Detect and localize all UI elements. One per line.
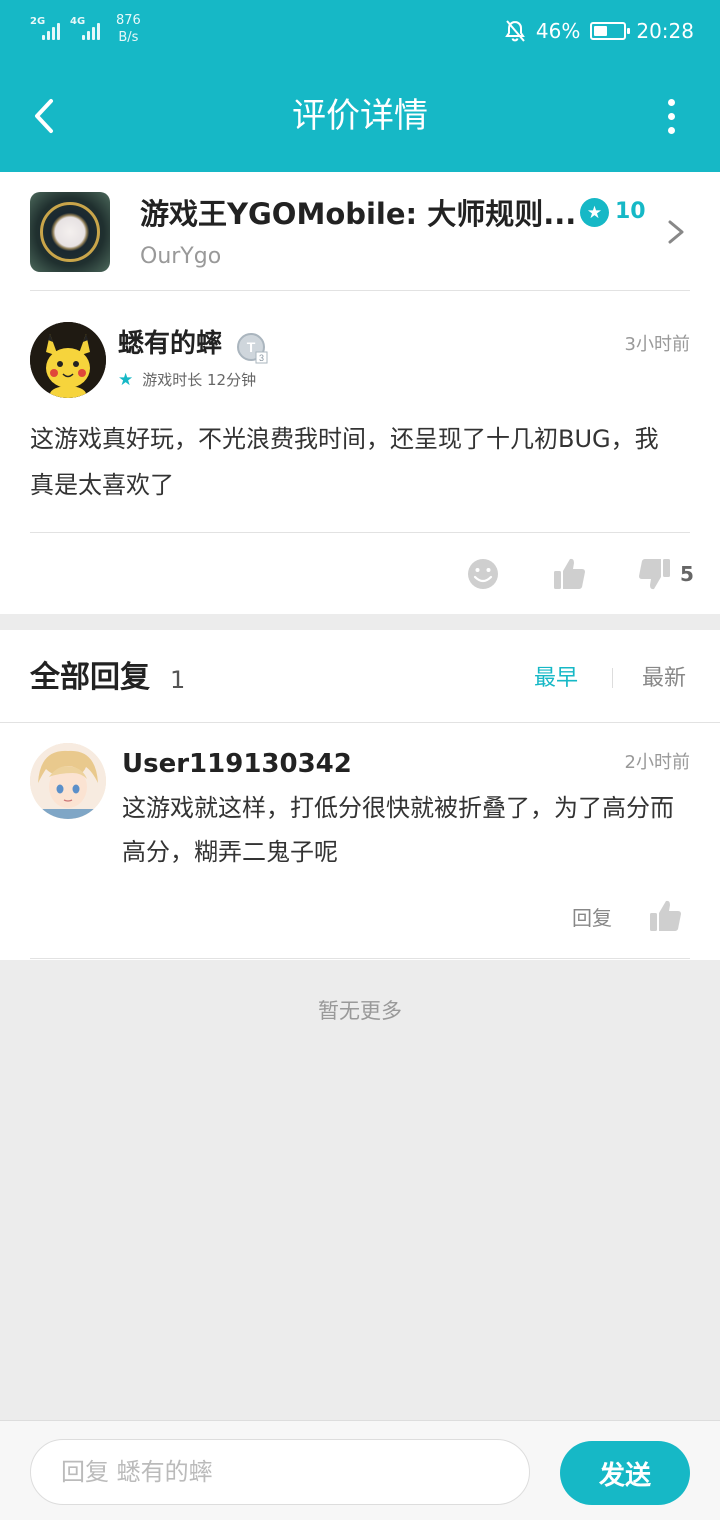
app-title[interactable]: 游戏王YGOMobile: 大师规则...	[140, 194, 576, 234]
top-bar: 2G 4G 876 B/s 46% 20:28 评价详情	[0, 0, 720, 172]
send-button[interactable]: 发送	[560, 1441, 690, 1505]
reviewer-username[interactable]: 蟋有的蟀	[118, 326, 222, 362]
replies-title: 全部回复	[30, 660, 150, 695]
battery-percent: 46%	[535, 19, 581, 43]
net-speed-unit: B/s	[118, 30, 139, 45]
network-speed: 876 B/s	[116, 12, 141, 46]
status-right: 46% 20:28	[504, 16, 694, 46]
level-badge-number: 3	[259, 353, 264, 363]
level-badge-icon: T 3	[237, 333, 268, 364]
signal-icon: 2G	[30, 16, 70, 42]
reply-username[interactable]: User119130342	[122, 746, 352, 782]
star-icon: ★	[118, 370, 134, 390]
dislike-count: 5	[680, 562, 694, 586]
reply-text: 这游戏就这样，打低分很快就被折叠了，为了高分而高分，糊弄二鬼子呢	[122, 794, 674, 866]
divider	[0, 722, 720, 723]
level-badge-letter: T	[247, 339, 256, 355]
net-speed-value: 876	[116, 13, 141, 28]
star-badge-icon: ★	[580, 198, 609, 227]
app-icon[interactable]	[30, 192, 110, 272]
page-title: 评价详情	[292, 96, 428, 136]
avatar[interactable]	[30, 322, 106, 398]
replies-count: 1	[170, 666, 186, 694]
reply-bar: 发送	[0, 1420, 720, 1520]
reply-button[interactable]: 回复	[572, 904, 612, 932]
chevron-right-icon[interactable]	[664, 214, 688, 250]
reply-time: 2小时前	[624, 752, 690, 773]
avatar[interactable]	[30, 743, 106, 819]
sort-earliest-tab[interactable]: 最早	[534, 664, 578, 694]
status-bar: 2G 4G 876 B/s 46% 20:28	[0, 0, 720, 62]
app-developer: OurYgo	[140, 244, 222, 269]
sort-divider	[612, 668, 613, 688]
sort-newest-tab[interactable]: 最新	[642, 664, 686, 694]
playtime: ★ 游戏时长 12分钟	[118, 369, 256, 391]
divider	[30, 290, 690, 291]
clock: 20:28	[636, 19, 694, 43]
mute-icon	[505, 20, 525, 42]
battery-icon	[590, 22, 631, 40]
review-text: 这游戏真好玩，不光浪费我时间，还呈现了十几初BUG，我真是太喜欢了	[30, 425, 659, 499]
emoji-icon[interactable]	[466, 556, 500, 592]
signal-icon: 4G	[70, 16, 110, 42]
replies-section: 全部回复 1 最早 最新 User119130342 2小时前 这游戏就这样，打…	[0, 630, 720, 960]
more-vertical-icon[interactable]	[656, 92, 686, 140]
divider	[30, 958, 690, 959]
thumbs-down-icon[interactable]	[638, 556, 672, 592]
divider	[30, 532, 690, 533]
review-time: 3小时前	[624, 334, 690, 355]
playtime-text: 游戏时长 12分钟	[142, 371, 257, 389]
app-score: 10	[615, 199, 646, 224]
thumbs-up-icon[interactable]	[552, 556, 586, 592]
review-card: 游戏王YGOMobile: 大师规则... OurYgo ★ 10 蟋有的蟀 T…	[0, 172, 720, 614]
thumbs-up-icon[interactable]	[648, 898, 682, 934]
no-more-text: 暂无更多	[318, 999, 402, 1023]
reply-input[interactable]	[30, 1439, 530, 1505]
